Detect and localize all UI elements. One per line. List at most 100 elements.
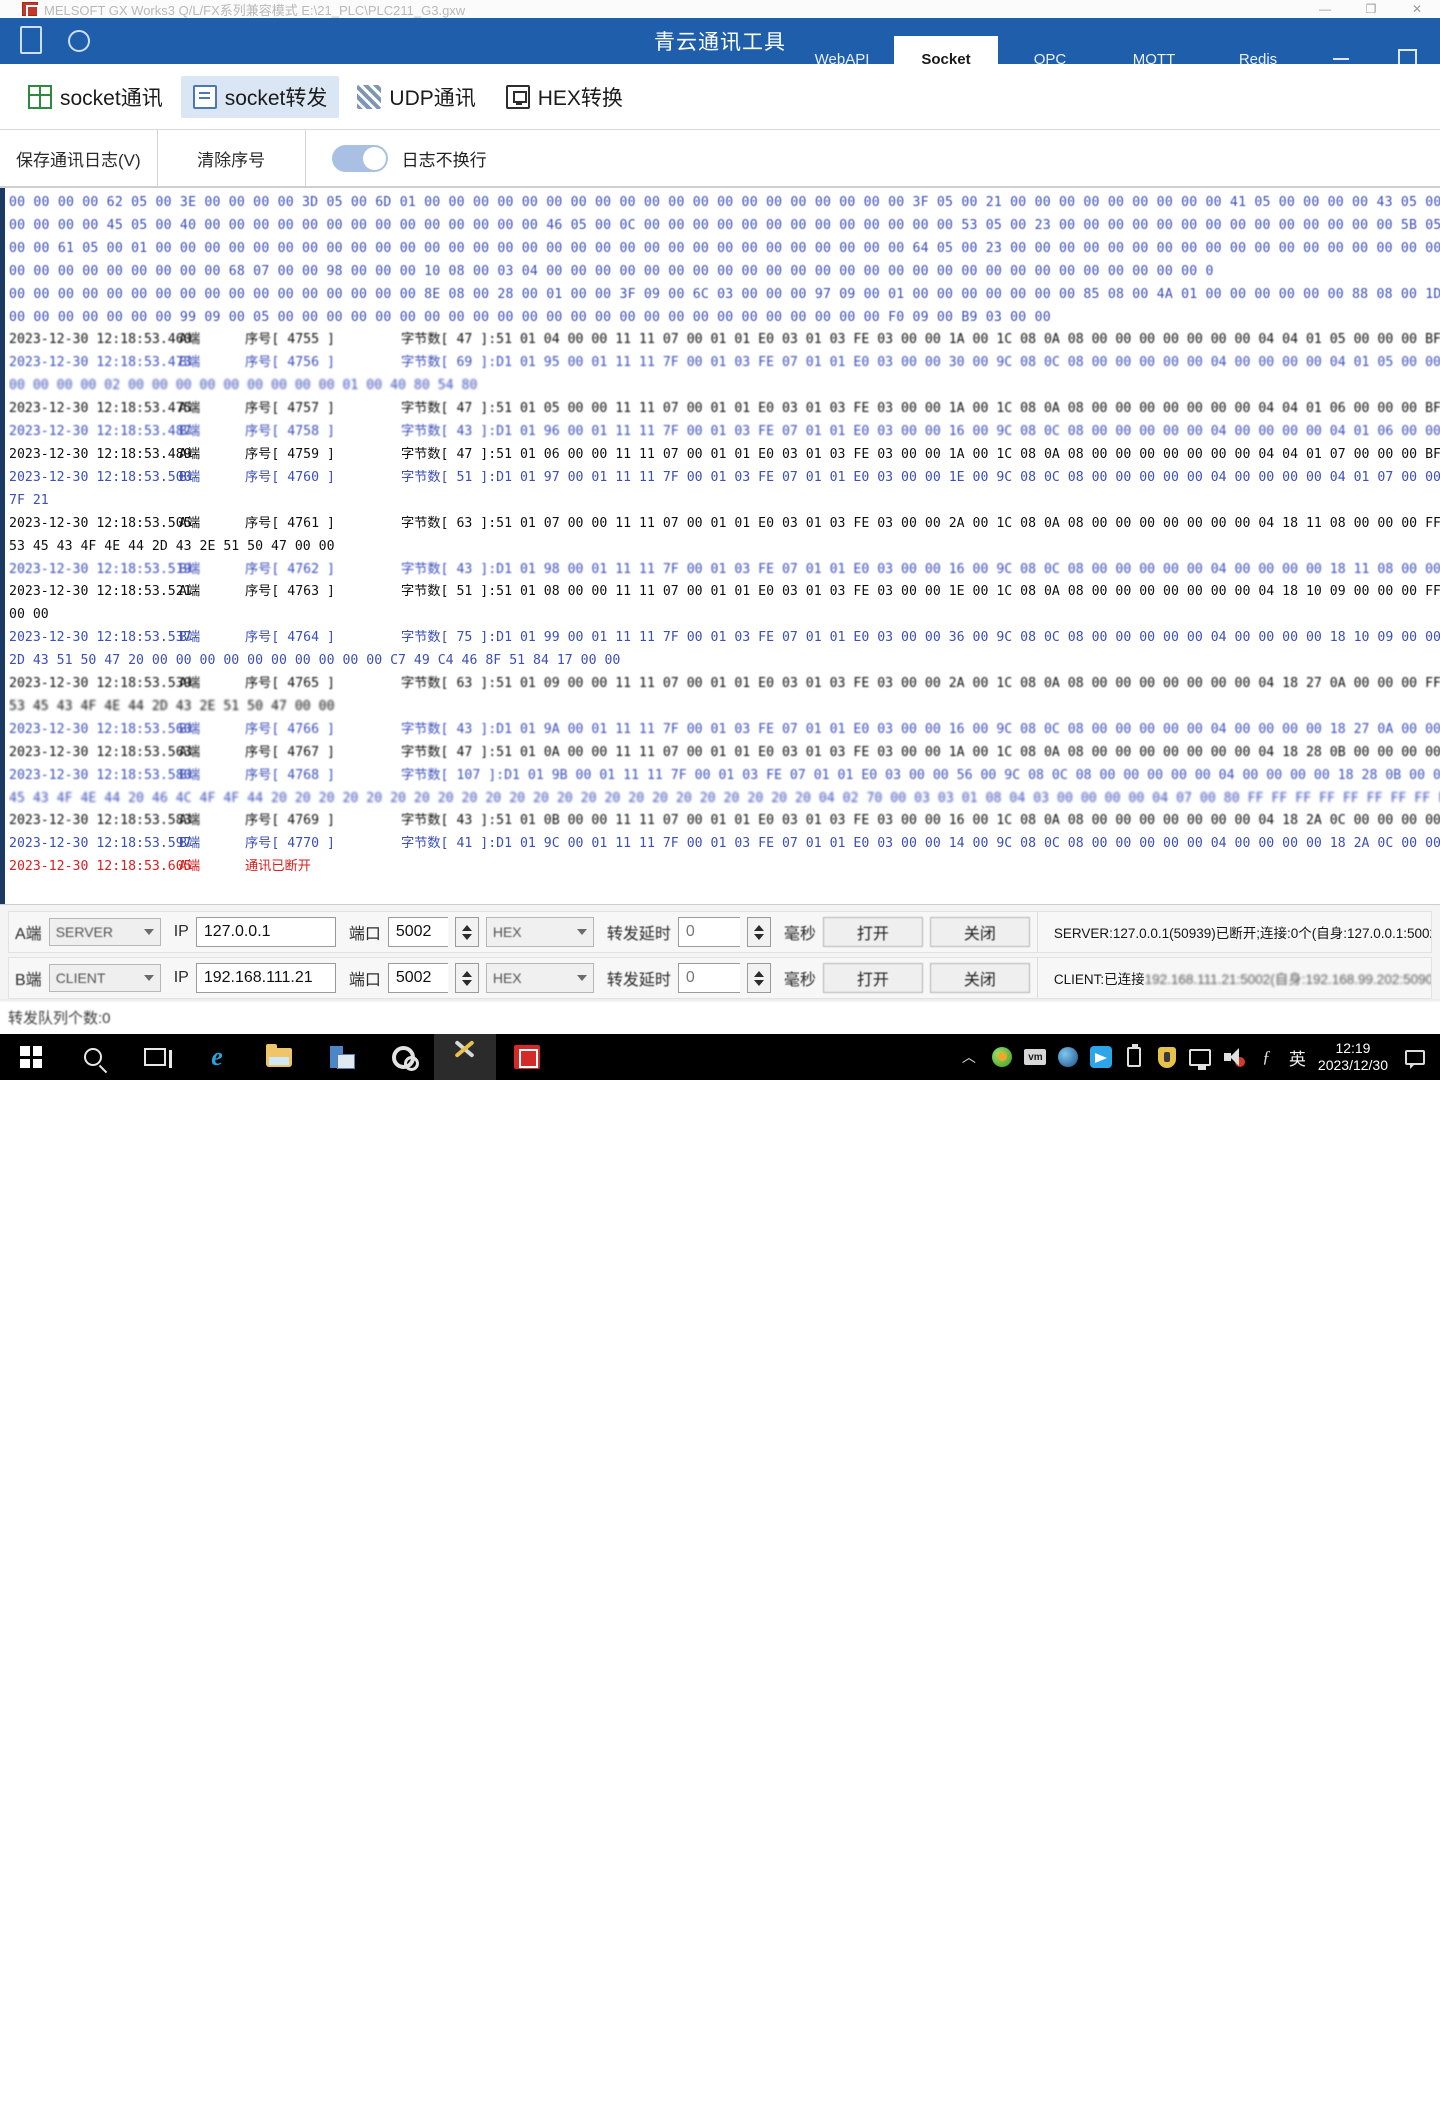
gear-icon[interactable]: [372, 1034, 434, 1080]
log-timestamp: 2023-12-30 12:18:53.500: [9, 469, 192, 485]
log-timestamp: 2023-12-30 12:18:53.489: [9, 446, 192, 462]
app-header: 青云通讯工具 WebAPI Socket OPC MQTT Redis: [0, 18, 1440, 82]
circle-icon[interactable]: [68, 26, 94, 56]
log-timestamp: 2023-12-30 12:18:53.519: [9, 561, 192, 577]
forward-icon: [192, 84, 217, 109]
display-icon[interactable]: [1184, 1034, 1217, 1080]
nav-item-socket-comm[interactable]: socket通讯: [16, 76, 175, 118]
communication-log-panel[interactable]: 00 00 00 00 62 05 00 3E 00 00 00 00 3D 0…: [0, 188, 1440, 904]
side-b-delay-stepper[interactable]: [746, 963, 771, 993]
side-b-port-input[interactable]: 5002: [387, 963, 448, 993]
start-button[interactable]: [0, 1034, 62, 1080]
nav-item-socket-forward[interactable]: socket转发: [180, 75, 340, 118]
save-log-button[interactable]: 保存通讯日志(V): [0, 130, 158, 186]
search-icon[interactable]: [62, 1034, 124, 1080]
telegram-icon[interactable]: [1085, 1034, 1118, 1080]
vmware-icon[interactable]: vm: [1019, 1034, 1052, 1080]
stepper-down-icon[interactable]: [753, 979, 764, 986]
side-a-port-stepper[interactable]: [454, 917, 479, 947]
log-payload: 字节数[ 47 ]:51 01 06 00 00 11 11 07 00 01 …: [401, 446, 1440, 462]
log-entry-row: 2023-12-30 12:18:53.563A端 序号[ 4767 ] 字节数[ …: [9, 742, 1440, 765]
side-b-ip-input[interactable]: 192.168.111.21: [195, 963, 336, 993]
log-payload: 字节数[ 43 ]:51 01 0B 00 00 11 11 07 00 01 …: [401, 813, 1440, 829]
side-b-format-select[interactable]: HEX: [485, 963, 594, 993]
notification-icon[interactable]: [1398, 1049, 1432, 1069]
side-a-delay-stepper[interactable]: [746, 917, 771, 947]
stepper-down-icon[interactable]: [461, 979, 472, 986]
stepper-down-icon[interactable]: [461, 933, 472, 940]
shield-icon[interactable]: [1151, 1034, 1184, 1080]
nav-item-udp-comm[interactable]: UDP通讯: [345, 76, 487, 118]
log-nowrap-toggle[interactable]: [331, 144, 388, 172]
melsoft-icon[interactable]: [496, 1034, 558, 1080]
speaker-muted-icon[interactable]: [1217, 1034, 1250, 1080]
globe-icon[interactable]: [1052, 1034, 1085, 1080]
background-maximize-icon[interactable]: ❐: [1348, 2, 1394, 16]
printer-icon[interactable]: [310, 1034, 372, 1080]
side-a-delay-input[interactable]: 0: [677, 917, 740, 947]
side-a-port-input[interactable]: 5002: [387, 917, 448, 947]
log-sequence: 序号[ 4764 ]: [245, 630, 335, 646]
log-entry-row: 2023-12-30 12:18:53.489A端 序号[ 4759 ] 字节数[ …: [9, 444, 1440, 467]
log-side: A端: [179, 401, 201, 417]
show-hidden-icons-chevron[interactable]: ︿: [952, 1047, 986, 1067]
log-side: B端: [179, 767, 201, 783]
log-timestamp: 2023-12-30 12:18:53.597: [9, 836, 192, 852]
stepper-up-icon[interactable]: [461, 970, 472, 977]
side-b-role-select[interactable]: CLIENT: [48, 964, 161, 992]
log-sequence: 通讯已断开: [245, 859, 311, 875]
clear-sequence-button[interactable]: 清除序号: [157, 130, 306, 186]
side-b-close-button[interactable]: 关闭: [929, 963, 1030, 993]
side-a-role-select[interactable]: SERVER: [48, 918, 161, 946]
log-sequence: 序号[ 4755 ]: [245, 332, 335, 348]
task-view-icon[interactable]: [124, 1034, 186, 1080]
log-hex-preamble-line: 00 00 00 00 62 05 00 3E 00 00 00 00 3D 0…: [9, 195, 1440, 210]
log-sequence: 序号[ 4759 ]: [245, 446, 335, 462]
side-a-ip-input[interactable]: 127.0.0.1: [195, 917, 336, 947]
log-entry-row: 2023-12-30 12:18:53.537B端 序号[ 4764 ] 字节数[ …: [9, 627, 1440, 650]
log-entry-row: 2023-12-30 12:18:53.539A端 序号[ 4765 ] 字节数[ …: [9, 673, 1440, 696]
log-entry-row: 2023-12-30 12:18:53.580B端 序号[ 4768 ] 字节数[ …: [9, 765, 1440, 788]
folder-icon[interactable]: [248, 1034, 310, 1080]
background-minimize-icon[interactable]: —: [1302, 2, 1348, 16]
taskbar-clock[interactable]: 12:19 2023/12/30: [1312, 1040, 1398, 1074]
ie-icon[interactable]: e: [186, 1034, 248, 1080]
mouse-cursor: [490, 2094, 503, 2110]
stepper-down-icon[interactable]: [753, 933, 764, 940]
clock-time: 12:19: [1335, 1040, 1371, 1056]
side-b-port-stepper[interactable]: [454, 963, 479, 993]
side-a-format-value: HEX: [492, 924, 522, 940]
pen-icon[interactable]: ƒ: [1250, 1034, 1283, 1080]
side-a-open-button[interactable]: 打开: [822, 917, 923, 947]
nav-item-socket-forward-label: socket转发: [224, 86, 328, 110]
ime-indicator[interactable]: 英: [1283, 1045, 1312, 1070]
usb-icon[interactable]: [1118, 1034, 1151, 1080]
side-b-delay-input[interactable]: 0: [677, 963, 740, 993]
nvidia-icon[interactable]: [986, 1034, 1019, 1080]
log-side: B端: [179, 836, 201, 852]
tools-icon[interactable]: [434, 1034, 496, 1080]
log-entry-row: 2023-12-30 12:18:53.500B端 序号[ 4760 ] 字节数[ …: [9, 467, 1440, 490]
side-a-close-button[interactable]: 关闭: [929, 917, 1030, 947]
side-b-status-prefix: CLIENT:已连接: [1053, 972, 1145, 987]
log-payload: 字节数[ 63 ]:51 01 07 00 00 11 11 07 00 01 …: [401, 515, 1440, 531]
log-sequence: 序号[ 4758 ]: [245, 424, 335, 440]
log-timestamp: 2023-12-30 12:18:53.475: [9, 401, 192, 417]
nav-item-hex-convert[interactable]: HEX转换: [494, 76, 635, 118]
log-timestamp: 2023-12-30 12:18:53.487: [9, 424, 192, 440]
connection-row-a: A端 SERVER IP 127.0.0.1 端口 5002 HEX 转发延时 …: [8, 911, 1432, 953]
nav-item-hex-convert-label: HEX转换: [537, 86, 623, 110]
stepper-up-icon[interactable]: [461, 924, 472, 931]
side-a-format-select[interactable]: HEX: [485, 917, 594, 947]
log-timestamp: 2023-12-30 12:18:53.563: [9, 744, 192, 760]
new-document-icon[interactable]: [20, 26, 46, 56]
log-timestamp: 2023-12-30 12:18:53.473: [9, 355, 192, 371]
side-b-ms-label: 毫秒: [783, 972, 816, 989]
log-entry-row: 2023-12-30 12:18:53.487B端 序号[ 4758 ] 字节数[ …: [9, 421, 1440, 444]
side-b-open-button[interactable]: 打开: [822, 963, 923, 993]
taskbar-left-icons: e: [0, 1034, 558, 1080]
stepper-up-icon[interactable]: [753, 924, 764, 931]
stepper-up-icon[interactable]: [753, 970, 764, 977]
background-close-icon[interactable]: ✕: [1394, 2, 1440, 16]
log-side: A端: [179, 744, 201, 760]
